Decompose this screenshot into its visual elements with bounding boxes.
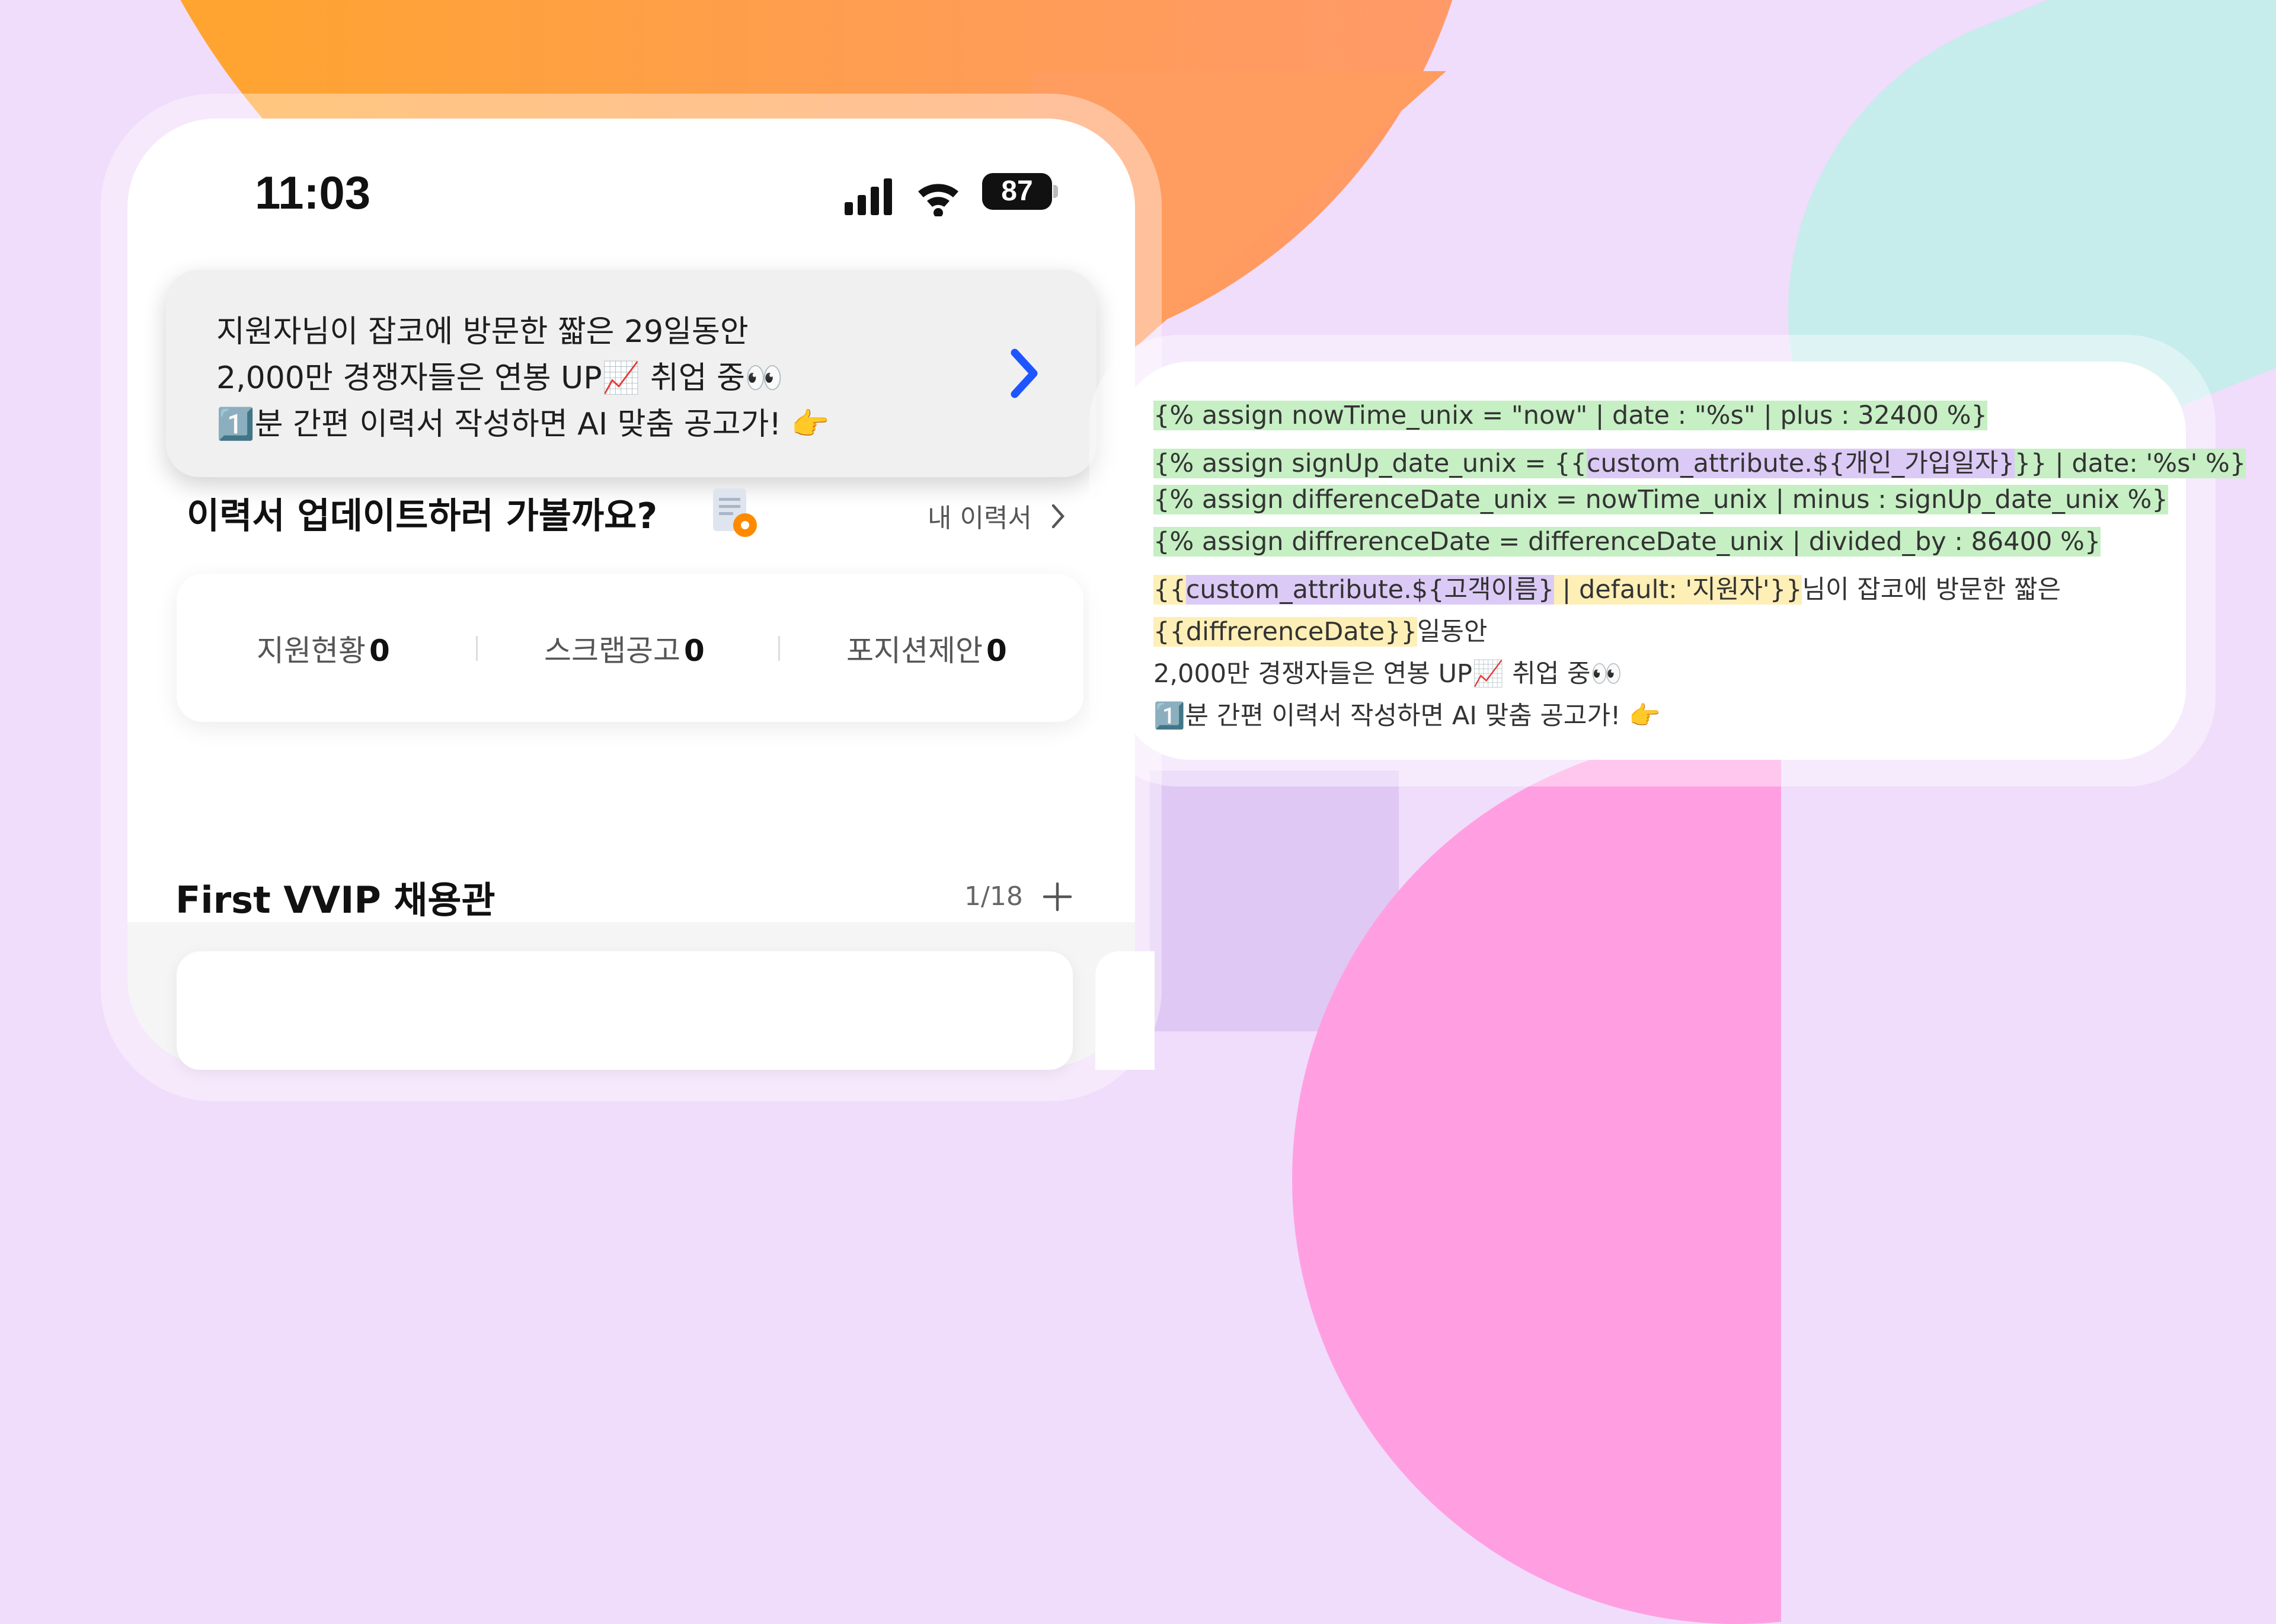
code-line-8: 1️⃣분 간편 이력서 작성하면 AI 맞춤 공고가! 👉 <box>1153 701 1661 731</box>
code-line-3: {% assign differenceDate_unix = nowTime_… <box>1153 485 2168 514</box>
stat-label: 지원현황 <box>257 634 366 668</box>
stat-divider <box>476 636 478 661</box>
code-line-5: {{custom_attribute.${고객이름} | default: '지… <box>1153 569 2061 606</box>
code-text: 님이 잡코에 방문한 짧은 <box>1802 575 2061 605</box>
stat-scraps[interactable]: 스크랩공고 0 <box>544 627 705 670</box>
push-notification[interactable]: 지원자님이 잡코에 방문한 짧은 29일동안 2,000만 경쟁자들은 연봉 U… <box>166 270 1097 477</box>
status-time: 11:03 <box>255 167 371 219</box>
stat-divider <box>778 636 780 661</box>
code-default-value: | default: '지원자'}} <box>1554 575 1802 605</box>
code-line-1: {% assign nowTime_unix = "now" | date : … <box>1153 401 1987 430</box>
code-custom-attribute-name: custom_attribute.${고객이름} <box>1185 575 1555 605</box>
code-line-4: {% assign diffrerenceDate = differenceDa… <box>1153 527 2101 557</box>
application-stats-card: 지원현황 0 스크랩공고 0 포지션제안 0 <box>177 574 1083 722</box>
code-assign-nowtime: {% assign nowTime_unix = "now" | date : … <box>1153 401 1987 430</box>
vvip-section-title: First VVIP 채용관 <box>175 878 496 922</box>
code-variable-difference: {{diffrerenceDate}} <box>1153 617 1417 647</box>
code-line-2: {% assign signUp_date_unix = {{custom_at… <box>1153 443 2246 479</box>
notification-line-1: 지원자님이 잡코에 방문한 짧은 29일동안 <box>216 314 749 350</box>
plus-icon[interactable] <box>1042 881 1073 912</box>
code-open-brace: {{ <box>1153 575 1186 605</box>
my-resume-link[interactable]: 내 이력서 <box>928 497 1032 535</box>
vvip-job-card-next[interactable] <box>1095 951 1155 1070</box>
code-assign-difference-unix: {% assign differenceDate_unix = nowTime_… <box>1153 485 2168 514</box>
stat-position-offers[interactable]: 포지션제안 0 <box>846 627 1007 670</box>
cellular-signal-icon <box>845 178 892 215</box>
code-custom-attribute-signup: custom_attribute.${개인_가입일자} <box>1586 449 2015 478</box>
stat-value: 0 <box>684 634 705 668</box>
vvip-job-card[interactable] <box>177 951 1073 1070</box>
resume-section-title: 이력서 업데이트하러 가볼까요? <box>187 495 658 537</box>
stat-applications[interactable]: 지원현황 0 <box>257 627 390 670</box>
battery-tip <box>1053 185 1058 198</box>
battery-indicator: 87 <box>982 173 1052 210</box>
stat-label: 포지션제안 <box>846 634 983 668</box>
stat-value: 0 <box>369 634 390 668</box>
notification-line-2: 2,000만 경쟁자들은 연봉 UP📈 취업 중👀 <box>216 360 784 396</box>
background-pink-shape <box>1292 735 1781 1624</box>
code-line-7: 2,000만 경쟁자들은 연봉 UP📈 취업 중👀 <box>1153 659 1623 689</box>
code-line-6: {{diffrerenceDate}}일동안 <box>1153 611 1488 648</box>
stat-label: 스크랩공고 <box>544 634 680 668</box>
vvip-page-count: 1/18 <box>964 881 1023 912</box>
chevron-right-icon <box>1011 349 1038 398</box>
chevron-right-icon[interactable] <box>1049 503 1067 530</box>
notification-line-3: 1️⃣분 간편 이력서 작성하면 AI 맞춤 공고가! 👉 <box>216 407 830 442</box>
code-text: 일동안 <box>1417 617 1488 647</box>
code-assign-difference-date: {% assign diffrerenceDate = differenceDa… <box>1153 527 2101 557</box>
code-assign-signup-end: }} | date: '%s' %} <box>2014 449 2246 478</box>
document-settings-icon <box>713 488 757 537</box>
stat-value: 0 <box>986 634 1007 668</box>
code-assign-signup-start: {% assign signUp_date_unix = {{ <box>1153 449 1587 478</box>
wifi-icon <box>918 184 958 216</box>
